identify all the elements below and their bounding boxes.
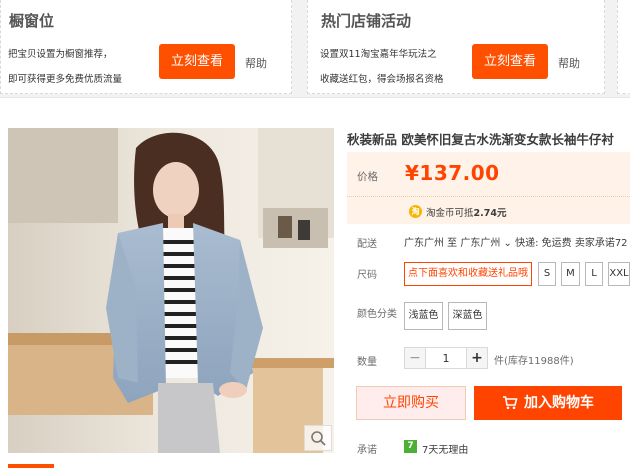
color-label: 颜色分类 [357, 309, 397, 320]
product-main-image[interactable] [8, 128, 334, 453]
size-option-xxl[interactable]: XXL [608, 262, 630, 286]
coin-text-prefix: 淘金币可抵 [426, 208, 474, 219]
shipping-info[interactable]: 广东广州 至 广东广州 ⌄ 快递: 免运费 卖家承诺72 [404, 234, 630, 249]
coin-amount: 2.74元 [473, 208, 507, 219]
quantity-decrease-button[interactable]: − [404, 347, 426, 369]
promo-card-showcase: 橱窗位 把宝贝设置为橱窗推荐， 即可获得更多免费优质流量 立刻查看 帮助 [0, 0, 292, 94]
price-divider [347, 196, 630, 197]
promo-title: 橱窗位 [9, 12, 55, 30]
color-option-dark-blue[interactable]: 深蓝色 [448, 302, 487, 330]
promo-title: 热门店铺活动 [321, 12, 412, 30]
shipping-label: 配送 [357, 239, 377, 250]
promo-desc: 设置双11淘宝嘉年华玩法之 收藏送红包，得会场报名资格 [320, 42, 480, 92]
quantity-input[interactable]: 1 [426, 347, 466, 369]
zoom-button[interactable] [304, 425, 332, 451]
size-option-l[interactable]: L [585, 262, 603, 286]
product-photo [8, 128, 334, 453]
promo-strip: 橱窗位 把宝贝设置为橱窗推荐， 即可获得更多免费优质流量 立刻查看 帮助 热门店… [0, 0, 630, 98]
view-now-button[interactable]: 立刻查看 [472, 44, 548, 79]
quantity-label: 数量 [357, 357, 377, 368]
seven-day-return-icon: 7 [404, 440, 417, 453]
product-title: 秋装新品 欧美怀旧复古水洗渐变女款长袖牛仔衬 [347, 132, 614, 147]
stock-text: 件(库存11988件) [494, 356, 574, 367]
promo-desc-line: 即可获得更多免费优质流量 [8, 74, 123, 85]
quantity-increase-button[interactable]: + [466, 347, 488, 369]
size-option-s[interactable]: S [538, 262, 556, 286]
size-label: 尺码 [357, 270, 377, 281]
magnifier-icon [311, 431, 326, 446]
promo-card-partial [617, 0, 630, 94]
coin-deduction-text: 淘金币可抵2.74元 [426, 205, 506, 219]
price-value: ¥137.00 [405, 161, 500, 185]
help-link[interactable]: 帮助 [558, 55, 580, 71]
promo-desc: 把宝贝设置为橱窗推荐， 即可获得更多免费优质流量 [8, 42, 158, 92]
view-now-button[interactable]: 立刻查看 [159, 44, 235, 79]
price-panel: 价格 ¥137.00 淘 淘金币可抵2.74元 [347, 152, 630, 224]
promo-desc-line: 收藏送红包，得会场报名资格 [320, 74, 444, 85]
add-to-cart-button[interactable]: 加入购物车 [474, 386, 622, 420]
color-option-light-blue[interactable]: 浅蓝色 [404, 302, 443, 330]
cart-icon [503, 396, 518, 410]
size-option-gift-note[interactable]: 点下面喜欢和收藏送礼品哦 [404, 262, 532, 286]
buy-now-button[interactable]: 立即购买 [356, 386, 466, 420]
page-root: 橱窗位 把宝贝设置为橱窗推荐， 即可获得更多免费优质流量 立刻查看 帮助 热门店… [0, 0, 630, 468]
add-to-cart-label: 加入购物车 [524, 395, 594, 411]
taobao-coin-icon: 淘 [409, 205, 422, 218]
promise-label: 承诺 [357, 445, 377, 456]
thumbnail-selected-indicator [8, 464, 54, 468]
promo-card-shop-activity: 热门店铺活动 设置双11淘宝嘉年华玩法之 收藏送红包，得会场报名资格 立刻查看 … [307, 0, 605, 94]
promo-desc-line: 把宝贝设置为橱窗推荐， [8, 49, 113, 60]
size-option-m[interactable]: M [561, 262, 580, 286]
promo-desc-line: 设置双11淘宝嘉年华玩法之 [320, 49, 437, 60]
help-link[interactable]: 帮助 [245, 55, 267, 71]
price-label: 价格 [357, 171, 378, 183]
promise-text[interactable]: 7天无理由 [422, 441, 468, 456]
